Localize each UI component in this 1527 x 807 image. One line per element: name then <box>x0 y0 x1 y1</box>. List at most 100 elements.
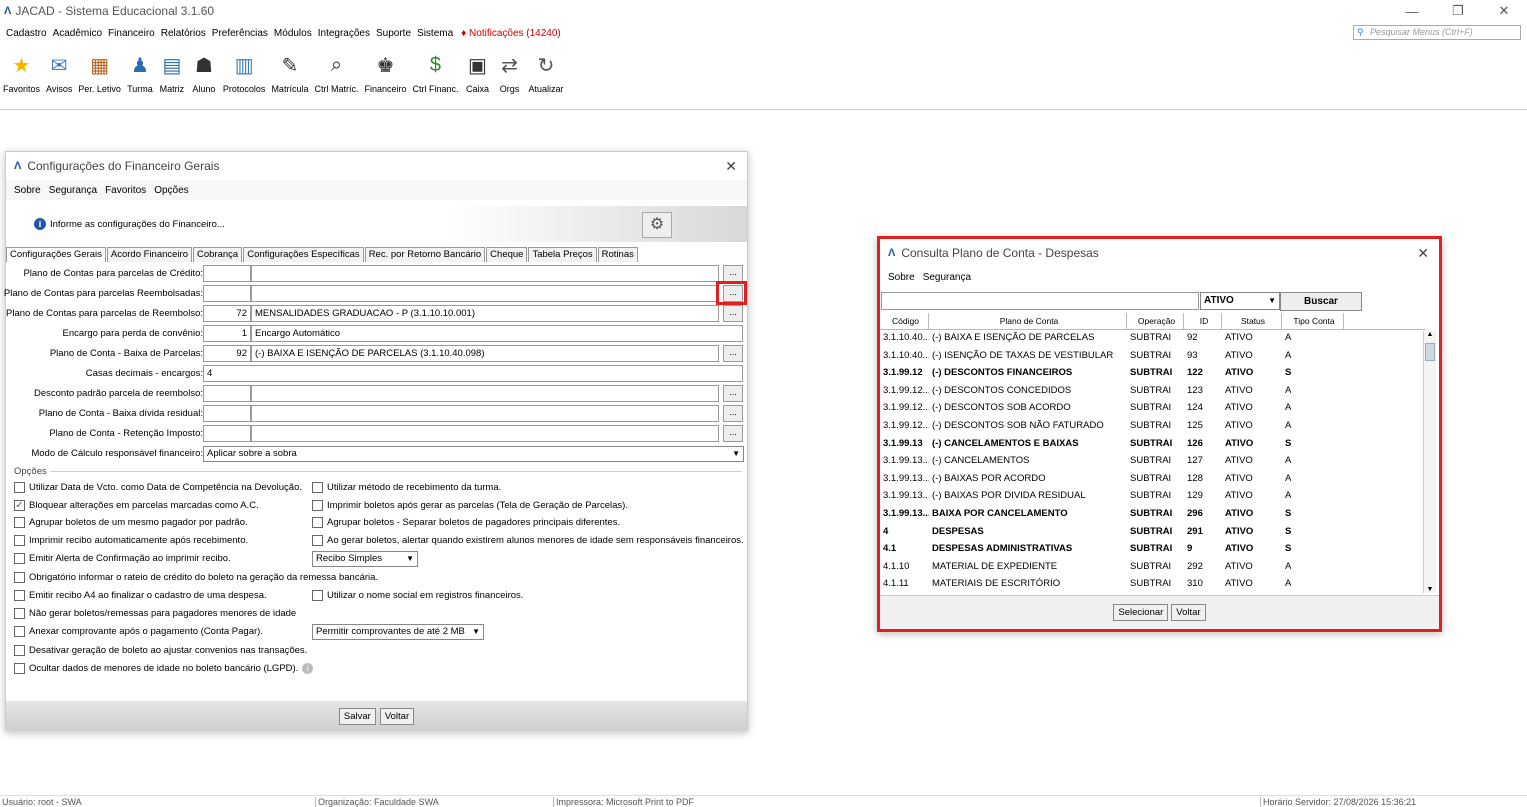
checkbox[interactable] <box>312 500 323 511</box>
back-button[interactable]: Voltar <box>379 707 415 725</box>
recibo-select[interactable]: Recibo Simples ▼ <box>312 551 418 567</box>
col-id[interactable]: ID <box>1184 313 1222 329</box>
check-nome-social[interactable]: Utilizar o nome social em registros fina… <box>312 590 523 601</box>
checkbox[interactable] <box>14 517 25 528</box>
menu-sobre[interactable]: Sobre <box>14 185 41 196</box>
lookup-button[interactable]: ... <box>723 385 743 402</box>
toolbar-orgs[interactable]: ⇄ Orgs <box>497 52 523 109</box>
check-bloquear[interactable]: ✓ Bloquear alterações em parcelas marcada… <box>14 500 259 511</box>
menu-sistema[interactable]: Sistema <box>417 28 453 39</box>
close-icon[interactable]: ✕ <box>725 158 737 175</box>
menu-modulos[interactable]: Módulos <box>274 28 312 39</box>
checkbox[interactable] <box>14 590 25 601</box>
tab-rotinas[interactable]: Rotinas <box>597 247 638 262</box>
close-icon[interactable]: ✕ <box>1481 0 1527 22</box>
code-input[interactable]: 72 <box>203 305 251 322</box>
tab-configuracoes-gerais[interactable]: Configurações Gerais <box>6 247 106 262</box>
close-icon[interactable]: ✕ <box>1417 245 1429 262</box>
table-row[interactable]: 3.1.99.12.... (-) DESCONTOS CONCEDIDOS SUB… <box>880 383 1426 401</box>
checkbox[interactable] <box>14 572 25 583</box>
menu-relatorios[interactable]: Relatórios <box>161 28 206 39</box>
code-input[interactable] <box>203 285 251 302</box>
checkbox[interactable] <box>312 590 323 601</box>
scroll-thumb[interactable] <box>1425 343 1435 361</box>
lookup-button[interactable]: ... <box>723 425 743 442</box>
menu-financeiro[interactable]: Financeiro <box>108 28 155 39</box>
menu-cadastro[interactable]: Cadastro <box>6 28 47 39</box>
check-alertar-menores[interactable]: Ao gerar boletos, alertar quando existir… <box>312 535 744 546</box>
search-button[interactable]: Buscar <box>1280 292 1362 311</box>
table-row[interactable]: 4 DESPESAS SUBTRAI 291 ATIVO S <box>880 524 1426 542</box>
checkbox[interactable] <box>14 482 25 493</box>
value-input[interactable] <box>251 405 719 422</box>
lookup-button[interactable]: ... <box>723 265 743 282</box>
table-row[interactable]: 3.1.10.40.... (-) BAIXA E ISENÇÃO DE PARC… <box>880 330 1426 348</box>
lookup-button[interactable]: ... <box>723 305 743 322</box>
table-row[interactable]: 4.1.11 MATERIAIS DE ESCRITÓRIO SUBTRAI 310 A… <box>880 576 1426 594</box>
menu-seguranca[interactable]: Segurança <box>923 272 971 283</box>
code-input[interactable]: 92 <box>203 345 251 362</box>
tab-tabela-precos[interactable]: Tabela Preços <box>528 247 597 262</box>
menu-preferencias[interactable]: Preferências <box>212 28 268 39</box>
table-row[interactable]: 3.1.99.13.... (-) CANCELAMENTOS SUBTRAI 127… <box>880 453 1426 471</box>
minimize-icon[interactable]: — <box>1389 0 1435 22</box>
check-ocultar-lgpd[interactable]: Ocultar dados de menores de idade no bol… <box>14 663 314 674</box>
check-emitir-alerta[interactable]: Emitir Alerta de Confirmação ao imprimir… <box>14 553 231 564</box>
toolbar-per-letivo[interactable]: ▦ Per. Letivo <box>78 52 121 109</box>
code-input[interactable] <box>203 265 251 282</box>
select-button[interactable]: Selecionar <box>1113 604 1169 621</box>
col-tipo[interactable]: Tipo Conta <box>1282 313 1344 329</box>
checkbox[interactable] <box>312 517 323 528</box>
table-row[interactable]: 3.1.99.12.... (-) DESCONTOS SOB NÃO FATUR… <box>880 418 1426 436</box>
tab-cobranca[interactable]: Cobrança <box>193 247 243 262</box>
checkbox[interactable] <box>14 608 25 619</box>
check-anexar-comprovante[interactable]: Anexar comprovante após o pagamento (Con… <box>14 626 263 637</box>
table-row[interactable]: 3.1.99.12.... (-) DESCONTOS SOB ACORDO SUB… <box>880 400 1426 418</box>
value-input[interactable] <box>251 385 719 402</box>
value-input[interactable] <box>251 265 719 282</box>
toolbar-matriz[interactable]: ▤ Matriz <box>159 52 185 109</box>
code-input[interactable] <box>203 385 251 402</box>
checkbox[interactable] <box>312 535 323 546</box>
tab-configuracoes-especificas[interactable]: Configurações Específicas <box>243 247 364 262</box>
toolbar-ctrl-financ[interactable]: $ Ctrl Financ. <box>412 52 458 109</box>
menu-seguranca[interactable]: Segurança <box>49 185 97 196</box>
toolbar-matricula[interactable]: ✎ Matrícula <box>271 52 308 109</box>
toolbar-caixa[interactable]: ▣ Caixa <box>465 52 491 109</box>
check-rateio[interactable]: Obrigatório informar o rateio de crédito… <box>14 572 378 583</box>
tab-acordo-financeiro[interactable]: Acordo Financeiro <box>106 247 192 262</box>
menu-suporte[interactable]: Suporte <box>376 28 411 39</box>
status-select[interactable]: ATIVO ▼ <box>1200 292 1280 310</box>
checkbox[interactable] <box>14 645 25 656</box>
toolbar-protocolos[interactable]: ▥ Protocolos <box>223 52 266 109</box>
code-input[interactable] <box>203 425 251 442</box>
value-input[interactable] <box>251 425 719 442</box>
col-codigo[interactable]: Código <box>880 313 929 329</box>
checkbox[interactable] <box>14 535 25 546</box>
table-row[interactable]: 3.1.10.40.... (-) ISENÇÃO DE TAXAS DE VES… <box>880 348 1426 366</box>
consulta-search-input[interactable] <box>881 292 1199 310</box>
tab-rec-retorno-bancario[interactable]: Rec. por Retorno Bancário <box>364 247 486 262</box>
col-status[interactable]: Status <box>1222 313 1282 329</box>
decimals-input[interactable]: 4 <box>203 365 743 382</box>
checkbox[interactable] <box>312 482 323 493</box>
menu-search-input[interactable]: ⚲ Pesquisar Menus (Ctrl+F) <box>1353 25 1521 40</box>
checkbox[interactable] <box>14 626 25 637</box>
save-button[interactable]: Salvar <box>338 707 376 725</box>
toolbar-avisos[interactable]: ✉ Avisos <box>46 52 72 109</box>
check-imprimir-recibo[interactable]: Imprimir recibo automaticamente após rec… <box>14 535 248 546</box>
table-row[interactable]: 4.1.10 MATERIAL DE EXPEDIENTE SUBTRAI 292 AT… <box>880 559 1426 577</box>
value-input[interactable]: MENSALIDADES GRADUACAO - P (3.1.10.10.00… <box>251 305 719 322</box>
table-row[interactable]: 4.1 DESPESAS ADMINISTRATIVAS SUBTRAI 9 ATIVO… <box>880 541 1426 559</box>
toolbar-atualizar[interactable]: ↻ Atualizar <box>529 52 564 109</box>
checkbox[interactable] <box>14 663 25 674</box>
calc-mode-select[interactable]: Aplicar sobre a sobra ▼ <box>203 446 744 462</box>
table-row[interactable]: 3.1.99.13 (-) CANCELAMENTOS E BAIXAS SUBTR… <box>880 436 1426 454</box>
value-input[interactable] <box>251 285 719 302</box>
code-input[interactable] <box>203 405 251 422</box>
value-input[interactable]: (-) BAIXA E ISENÇÃO DE PARCELAS (3.1.10.… <box>251 345 719 362</box>
menu-favoritos[interactable]: Favoritos <box>105 185 146 196</box>
settings-gear-icon[interactable]: ⚙ <box>642 212 672 238</box>
menu-academico[interactable]: Acadêmico <box>53 28 102 39</box>
check-desativar-boleto[interactable]: Desativar geração de boleto ao ajustar c… <box>14 645 307 656</box>
